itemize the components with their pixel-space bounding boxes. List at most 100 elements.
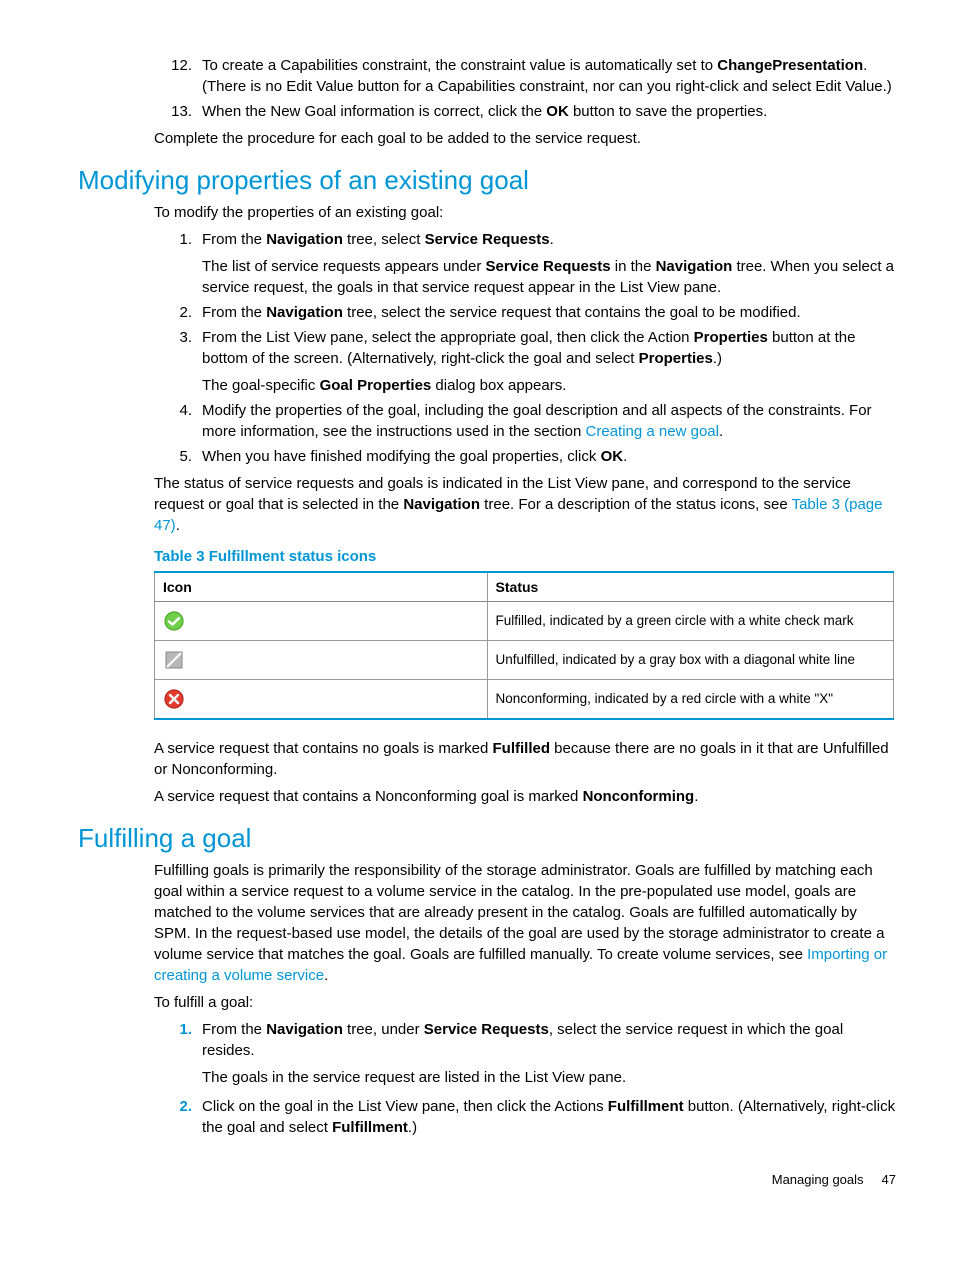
page-footer: Managing goals 47 [78, 1172, 896, 1187]
list-number: 3. [154, 327, 202, 396]
text: Modify the properties of the goal, inclu… [202, 402, 872, 440]
text: Click on the goal in the List View pane,… [202, 1098, 608, 1115]
bold-text: Properties [694, 329, 768, 346]
list-body: From the List View pane, select the appr… [202, 327, 896, 396]
text: . [550, 231, 554, 248]
heading-fulfilling-goal: Fulfilling a goal [78, 823, 896, 854]
list-number: 2. [154, 302, 202, 323]
bold-text: Navigation [266, 1021, 343, 1038]
paragraph: Complete the procedure for each goal to … [154, 128, 896, 149]
paragraph: Fulfilling goals is primarily the respon… [154, 860, 896, 986]
icon-cell [155, 602, 488, 641]
text: . [719, 423, 723, 440]
link-creating-new-goal[interactable]: Creating a new goal [586, 423, 719, 440]
list-body: When the New Goal information is correct… [202, 101, 896, 122]
text: A service request that contains no goals… [154, 740, 493, 757]
nonconforming-icon [163, 688, 185, 710]
list-item: 1. From the Navigation tree, select Serv… [154, 229, 896, 298]
list-body: From the Navigation tree, under Service … [202, 1019, 896, 1088]
list-number: 4. [154, 400, 202, 442]
text: in the [611, 258, 656, 275]
sub-paragraph: The goals in the service request are lis… [202, 1067, 896, 1088]
text: tree, select the service request that co… [343, 304, 801, 321]
ordered-list-top: 12. To create a Capabilities constraint,… [154, 55, 896, 122]
status-cell: Unfulfilled, indicated by a gray box wit… [487, 641, 893, 680]
bold-text: Navigation [266, 231, 343, 248]
text: From the [202, 1021, 266, 1038]
document-page: 12. To create a Capabilities constraint,… [0, 0, 954, 1227]
text: button to save the properties. [569, 103, 767, 120]
table-header-row: Icon Status [155, 572, 894, 602]
list-body: Click on the goal in the List View pane,… [202, 1096, 896, 1138]
text: From the [202, 231, 266, 248]
bold-text: Navigation [266, 304, 343, 321]
bold-text: Properties [639, 350, 713, 367]
heading-modifying-properties: Modifying properties of an existing goal [78, 165, 896, 196]
ordered-list-fulfill: 1. From the Navigation tree, under Servi… [154, 1019, 896, 1138]
text: tree. For a description of the status ic… [480, 496, 792, 513]
table-header: Icon [155, 572, 488, 602]
bold-text: OK [601, 448, 624, 465]
list-number: 12. [154, 55, 202, 97]
text: From the List View pane, select the appr… [202, 329, 694, 346]
bold-text: Navigation [656, 258, 733, 275]
paragraph: A service request that contains a Noncon… [154, 786, 896, 807]
bold-text: Navigation [403, 496, 480, 513]
list-item: 2. Click on the goal in the List View pa… [154, 1096, 896, 1138]
text: .) [408, 1119, 417, 1136]
footer-label: Managing goals [772, 1172, 864, 1187]
list-item: 2. From the Navigation tree, select the … [154, 302, 896, 323]
paragraph: A service request that contains no goals… [154, 738, 896, 780]
list-body: From the Navigation tree, select the ser… [202, 302, 896, 323]
table-header: Status [487, 572, 893, 602]
text: .) [713, 350, 722, 367]
list-body: When you have finished modifying the goa… [202, 446, 896, 467]
status-cell: Fulfilled, indicated by a green circle w… [487, 602, 893, 641]
bold-text: Fulfillment [608, 1098, 684, 1115]
icon-cell [155, 641, 488, 680]
list-body: From the Navigation tree, select Service… [202, 229, 896, 298]
unfulfilled-icon [163, 649, 185, 671]
table-row: Fulfilled, indicated by a green circle w… [155, 602, 894, 641]
bold-text: ChangePresentation [717, 57, 863, 74]
text: When you have finished modifying the goa… [202, 448, 601, 465]
text: A service request that contains a Noncon… [154, 788, 583, 805]
text: When the New Goal information is correct… [202, 103, 546, 120]
table-row: Unfulfilled, indicated by a gray box wit… [155, 641, 894, 680]
text: . [694, 788, 698, 805]
list-body: To create a Capabilities constraint, the… [202, 55, 896, 97]
ordered-list-modify: 1. From the Navigation tree, select Serv… [154, 229, 896, 467]
table-row: Nonconforming, indicated by a red circle… [155, 680, 894, 720]
bold-text: OK [546, 103, 569, 120]
text: . [324, 967, 328, 984]
list-number: 13. [154, 101, 202, 122]
bold-text: Fulfillment [332, 1119, 408, 1136]
status-cell: Nonconforming, indicated by a red circle… [487, 680, 893, 720]
text: The list of service requests appears und… [202, 258, 485, 275]
icon-cell [155, 680, 488, 720]
list-number: 1. [154, 229, 202, 298]
fulfilled-icon [163, 610, 185, 632]
sub-paragraph: The goal-specific Goal Properties dialog… [202, 375, 896, 396]
paragraph: The status of service requests and goals… [154, 473, 896, 536]
text: dialog box appears. [431, 377, 566, 394]
fulfillment-status-table: Icon Status Fulfilled, indicated by a gr… [154, 571, 894, 720]
paragraph: To modify the properties of an existing … [154, 202, 896, 223]
bold-text: Goal Properties [320, 377, 432, 394]
bold-text: Service Requests [425, 231, 550, 248]
list-item: 5. When you have finished modifying the … [154, 446, 896, 467]
list-item: 4. Modify the properties of the goal, in… [154, 400, 896, 442]
bold-text: Service Requests [485, 258, 610, 275]
text: To create a Capabilities constraint, the… [202, 57, 717, 74]
text: tree, select [343, 231, 425, 248]
list-item: 3. From the List View pane, select the a… [154, 327, 896, 396]
list-body: Modify the properties of the goal, inclu… [202, 400, 896, 442]
list-item-13: 13. When the New Goal information is cor… [154, 101, 896, 122]
sub-paragraph: The list of service requests appears und… [202, 256, 896, 298]
text: Fulfilling goals is primarily the respon… [154, 862, 884, 963]
text: . [176, 517, 180, 534]
bold-text: Service Requests [424, 1021, 549, 1038]
list-item: 1. From the Navigation tree, under Servi… [154, 1019, 896, 1088]
text: . [623, 448, 627, 465]
text: From the [202, 304, 266, 321]
